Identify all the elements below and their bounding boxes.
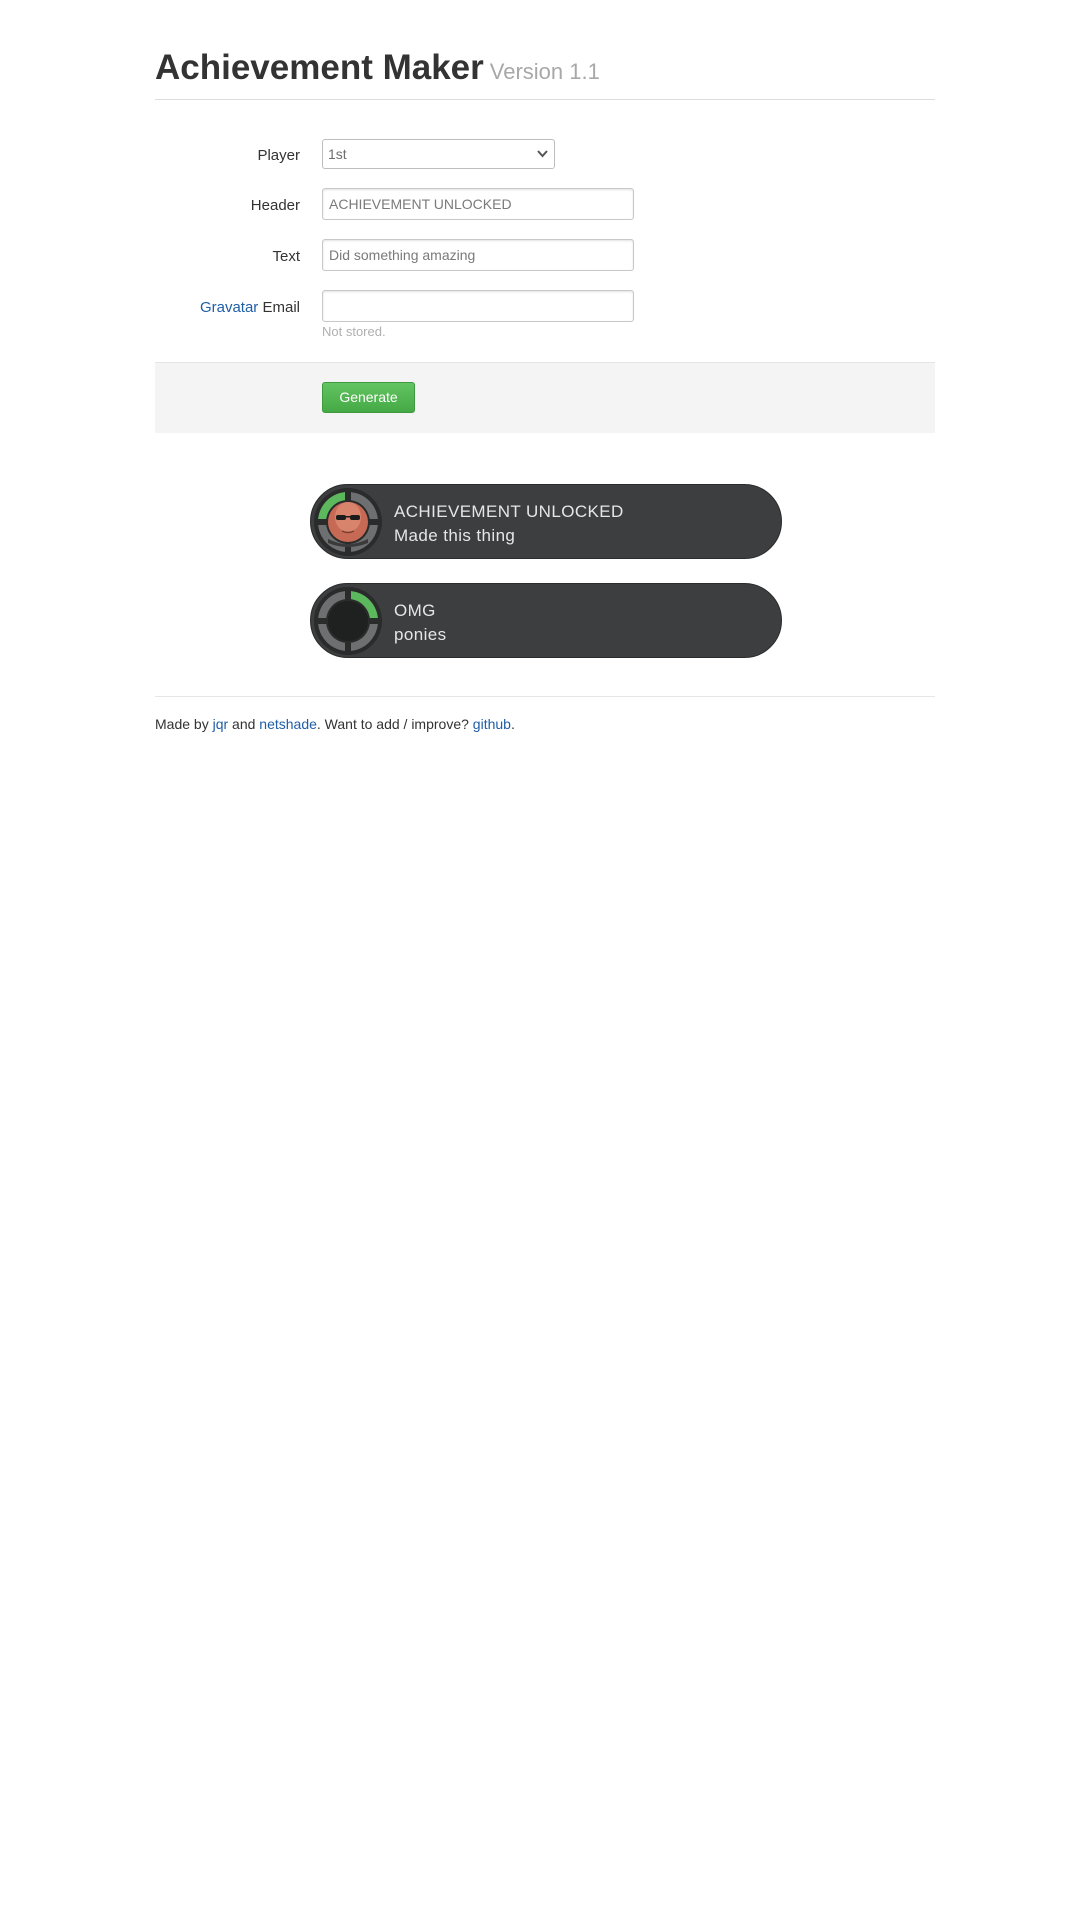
achievement-text: OMG ponies (394, 599, 447, 647)
achievement-header: ACHIEVEMENT UNLOCKED (394, 502, 624, 521)
footer-prefix: Made by (155, 716, 213, 732)
text-input[interactable]: Did something amazing (322, 239, 634, 271)
player-select[interactable]: 1st (322, 139, 555, 169)
author-link-netshade[interactable]: netshade (259, 716, 317, 732)
form-actions: Generate (155, 362, 935, 433)
header-input[interactable]: ACHIEVEMENT UNLOCKED (322, 188, 634, 220)
achievement-header: OMG (394, 601, 436, 620)
footer-divider (155, 696, 935, 697)
email-label-text: Email (258, 299, 300, 316)
achievement-badge: ACHIEVEMENT UNLOCKED Made this thing (310, 484, 782, 559)
player-ring-icon (313, 586, 383, 656)
footer-middle: . Want to add / improve? (316, 716, 473, 732)
avatar-icon (313, 487, 383, 557)
text-label: Text (272, 248, 300, 265)
page-title: Achievement Maker (155, 48, 484, 87)
footer-and: and (228, 716, 260, 732)
generate-button[interactable]: Generate (322, 382, 415, 413)
page-header: Achievement Maker Version 1.1 (155, 48, 935, 100)
github-link[interactable]: github (473, 716, 511, 732)
footer-suffix: . (510, 716, 515, 732)
achievement-text: ACHIEVEMENT UNLOCKED Made this thing (394, 500, 624, 548)
player-label: Player (257, 147, 300, 164)
achievement-description: ponies (394, 625, 447, 644)
achievement-description: Made this thing (394, 526, 516, 545)
email-help-text: Not stored. (322, 324, 386, 339)
email-label: Gravatar Email (155, 298, 300, 318)
footer: Made by jqr and netshade. Want to add / … (155, 716, 515, 732)
achievement-badge: OMG ponies (310, 583, 782, 658)
version-label: Version 1.1 (489, 59, 600, 84)
email-input[interactable] (322, 290, 634, 322)
player-select-value: 1st (328, 146, 347, 162)
author-link-jqr[interactable]: jqr (213, 716, 229, 732)
gravatar-link[interactable]: Gravatar (200, 299, 258, 316)
header-label: Header (250, 197, 300, 214)
chevron-down-icon (537, 140, 548, 179)
